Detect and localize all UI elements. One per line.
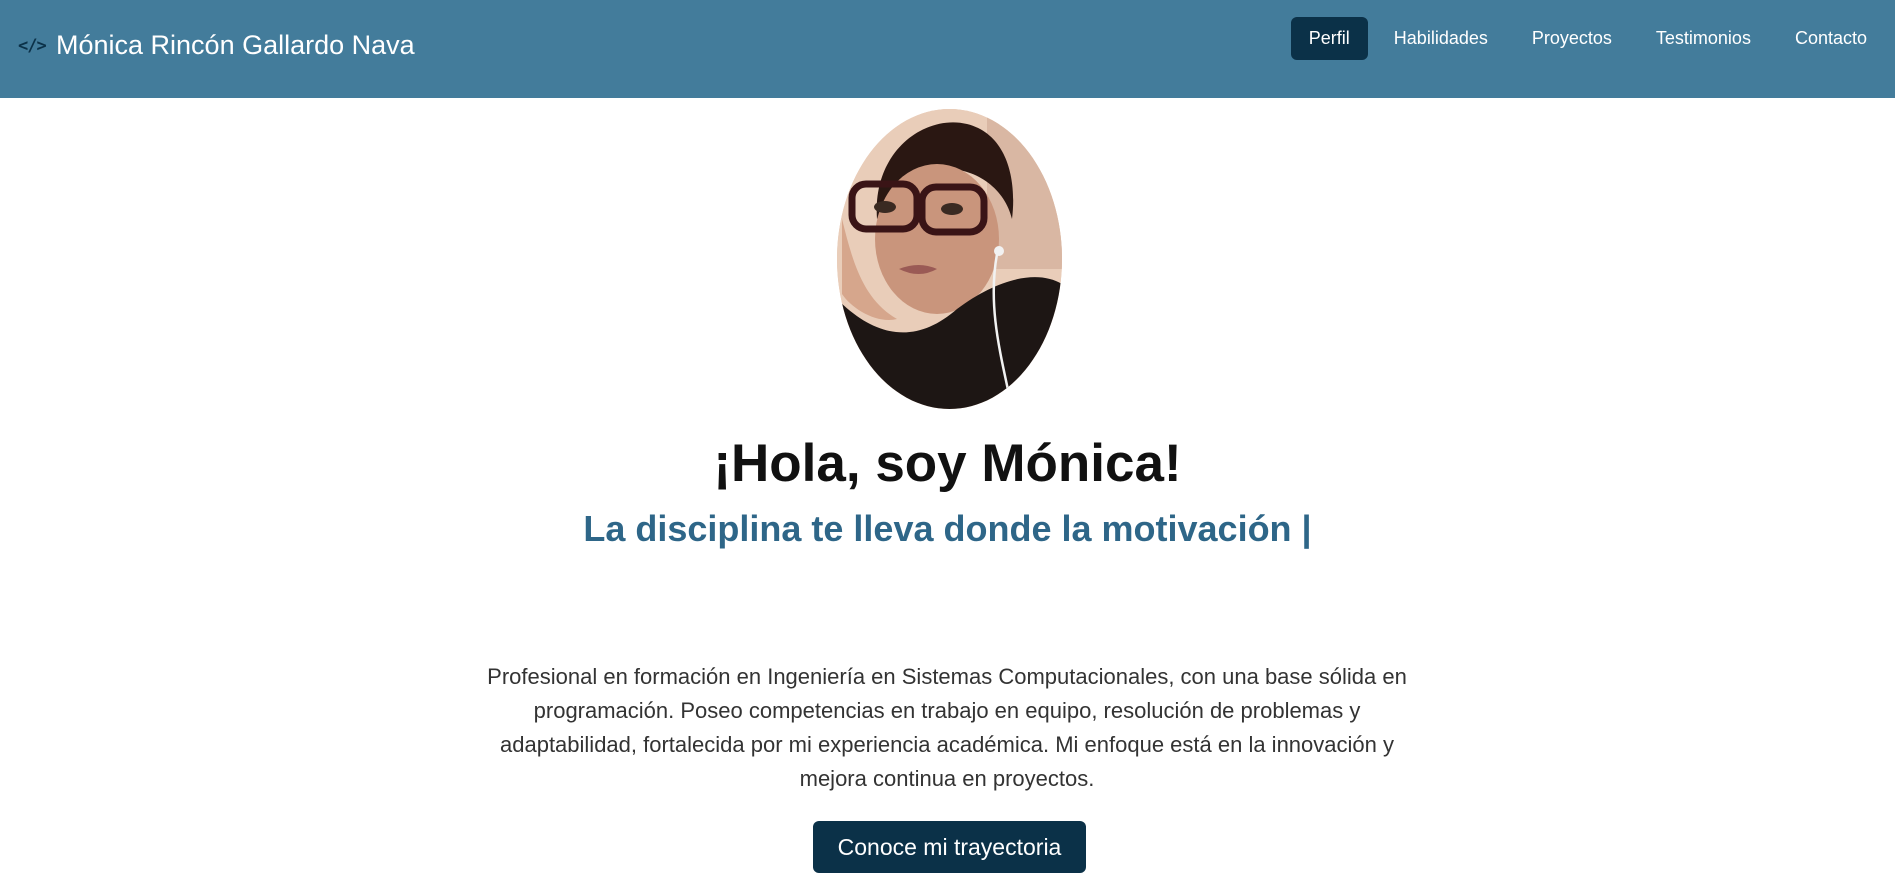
nav-item-testimonios[interactable]: Testimonios (1638, 17, 1769, 60)
navbar: </> Mónica Rincón Gallardo Nava Perfil H… (0, 0, 1895, 98)
profile-description: Profesional en formación en Ingeniería e… (487, 664, 1407, 791)
code-icon: </> (18, 35, 47, 56)
profile-photo (837, 109, 1062, 409)
nav-item-proyectos[interactable]: Proyectos (1514, 17, 1630, 60)
nav-item-habilidades[interactable]: Habilidades (1376, 17, 1506, 60)
brand-link[interactable]: </> Mónica Rincón Gallardo Nava (18, 30, 415, 61)
nav-item-contacto[interactable]: Contacto (1777, 17, 1885, 60)
brand-name: Mónica Rincón Gallardo Nava (56, 30, 415, 60)
cta-trajectory-button[interactable]: Conoce mi trayectoria (813, 821, 1086, 873)
main-nav: Perfil Habilidades Proyectos Testimonios… (1290, 17, 1885, 60)
nav-item-perfil[interactable]: Perfil (1290, 17, 1368, 60)
tagline: La disciplina te lleva donde la motivaci… (583, 508, 1312, 549)
greeting-heading: ¡Hola, soy Mónica! (713, 434, 1182, 493)
